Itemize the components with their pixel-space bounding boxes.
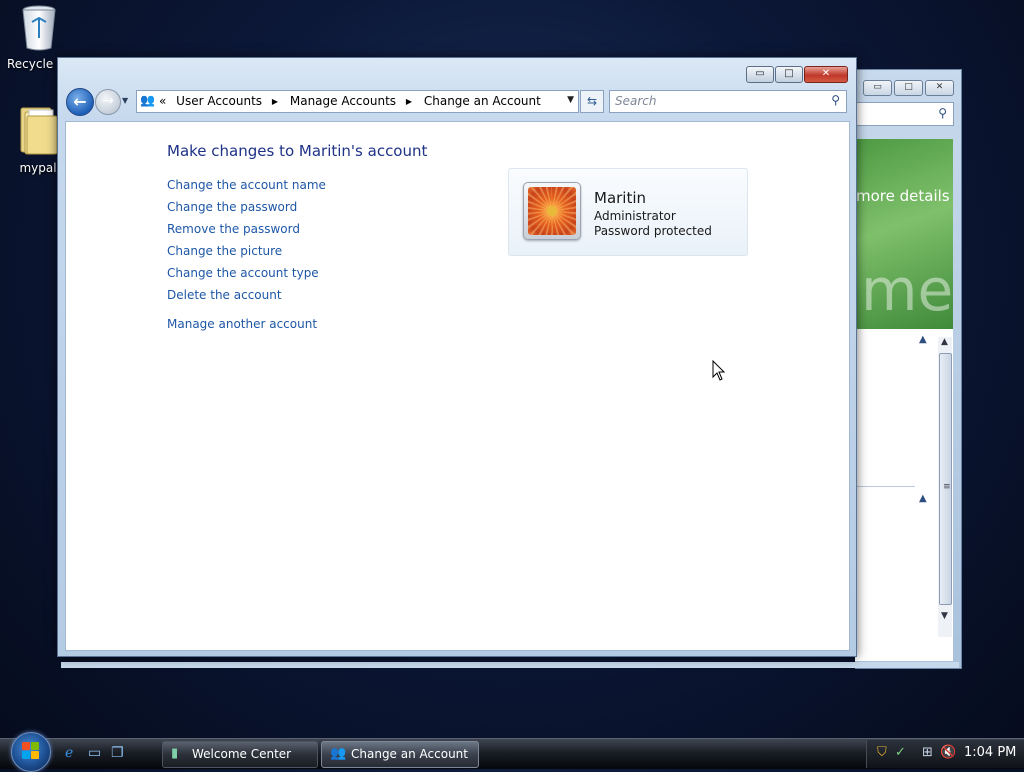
avatar [523,182,581,240]
welcome-center-window[interactable]: ▭ □ ✕ ⚲ more details me ▲ ▲ ▲ ≡ ▼ [61,69,962,669]
forward-arrow-icon: → [102,93,114,109]
show-desktop-icon[interactable]: ▭ [88,745,101,761]
start-button[interactable] [11,732,51,772]
address-bar[interactable]: 👥 « User Accounts ▶ Manage Accounts ▶ Ch… [136,90,579,113]
more-details-link[interactable]: more details [856,187,950,205]
refresh-icon: ⇆ [586,94,598,108]
back-window-content: ▲ ▲ ▲ ≡ ▼ [855,329,953,661]
breadcrumb-manage-accounts[interactable]: Manage Accounts [290,94,396,108]
task-list: Change the account name Change the passw… [167,174,326,335]
back-close-button[interactable]: ✕ [925,80,954,96]
page-title: Make changes to Maritin's account [167,142,428,160]
account-type: Administrator [594,209,676,223]
remove-password-link[interactable]: Remove the password [167,218,326,240]
internet-explorer-icon[interactable]: ℯ [65,745,73,761]
user-accounts-icon: 👥 [330,746,347,761]
user-accounts-icon: 👥 [140,93,155,107]
breadcrumb-separator-icon[interactable]: ▶ [272,97,278,106]
back-window-bottom-edge [61,662,959,668]
volume-muted-icon[interactable]: 🔇 [940,745,956,760]
refresh-button[interactable]: ⇆ [580,90,604,113]
windows-logo-icon [22,742,40,760]
security-shield-icon[interactable]: ⛉ [877,745,887,760]
search-box[interactable]: ⚲ [609,90,847,113]
network-status-icon[interactable]: ✓ [895,745,906,760]
network-icon[interactable]: ⊞ [922,745,933,760]
collapse-arrow-icon[interactable]: ▲ [919,334,927,345]
search-icon[interactable]: ⚲ [831,93,840,107]
scroll-up-arrow-icon[interactable]: ▲ [941,337,948,347]
search-icon: ⚲ [938,106,947,120]
back-search-input[interactable]: ⚲ [855,102,954,126]
recent-pages-dropdown[interactable]: ▼ [122,96,128,105]
collapse-arrow-icon[interactable]: ▲ [919,493,927,504]
banner-watermark: me [861,256,953,324]
back-maximize-button[interactable]: □ [894,80,923,96]
clock[interactable]: 1:04 PM [964,745,1016,760]
scroll-down-arrow-icon[interactable]: ▼ [941,611,948,621]
search-input[interactable] [610,91,815,110]
address-dropdown-icon[interactable]: ▼ [567,95,574,105]
breadcrumb-overflow[interactable]: « [159,94,166,108]
back-minimize-button[interactable]: ▭ [863,80,892,96]
change-account-window[interactable]: ▭ □ ✕ ← → ▼ 👥 « User Accounts ▶ Manage A… [57,57,857,657]
change-password-link[interactable]: Change the password [167,196,326,218]
back-window-controls: ▭ □ ✕ [863,80,954,96]
taskbar-button-welcome-center[interactable]: ▮ Welcome Center [162,741,318,768]
folder-icon [20,107,58,155]
delete-account-link[interactable]: Delete the account [167,284,326,306]
divider [855,486,915,487]
taskbar-button-change-account[interactable]: 👥 Change an Account [321,741,479,768]
account-name: Maritin [594,189,647,207]
switch-windows-icon[interactable]: ❐ [111,745,124,761]
scrollbar-thumb[interactable]: ≡ [939,353,952,605]
change-picture-link[interactable]: Change the picture [167,240,326,262]
account-password-status: Password protected [594,224,712,238]
minimize-button[interactable]: ▭ [746,66,774,83]
back-scrollbar[interactable]: ▲ ≡ ▼ [938,337,952,637]
content-pane: Make changes to Maritin's account Change… [65,121,850,651]
taskbar-button-label: Change an Account [351,747,468,761]
welcome-banner: more details me [855,139,953,329]
window-controls: ▭ □ ✕ [746,66,848,83]
grip-icon: ≡ [943,482,951,492]
taskbar: ℯ ▭ ❐ ▮ Welcome Center 👥 Change an Accou… [0,732,1024,772]
breadcrumb-user-accounts[interactable]: User Accounts [176,94,262,108]
notification-area: ⛉ ✓ ⊞ 🔇 1:04 PM [866,740,1024,768]
back-button[interactable]: ← [66,88,94,116]
taskbar-button-label: Welcome Center [192,747,292,761]
breadcrumb-change-account[interactable]: Change an Account [424,94,541,108]
breadcrumb: « User Accounts ▶ Manage Accounts ▶ Chan… [159,94,547,108]
flower-picture-icon [528,187,576,235]
back-arrow-icon: ← [73,92,87,111]
welcome-center-icon: ▮ [171,746,179,761]
manage-another-account-link[interactable]: Manage another account [167,313,326,335]
breadcrumb-separator-icon[interactable]: ▶ [406,97,412,106]
change-account-name-link[interactable]: Change the account name [167,174,326,196]
forward-button[interactable]: → [95,89,121,115]
close-button[interactable]: ✕ [804,66,848,83]
account-card: Maritin Administrator Password protected [508,168,748,256]
change-account-type-link[interactable]: Change the account type [167,262,326,284]
recycle-bin-icon [22,5,56,51]
maximize-button[interactable]: □ [775,66,803,83]
